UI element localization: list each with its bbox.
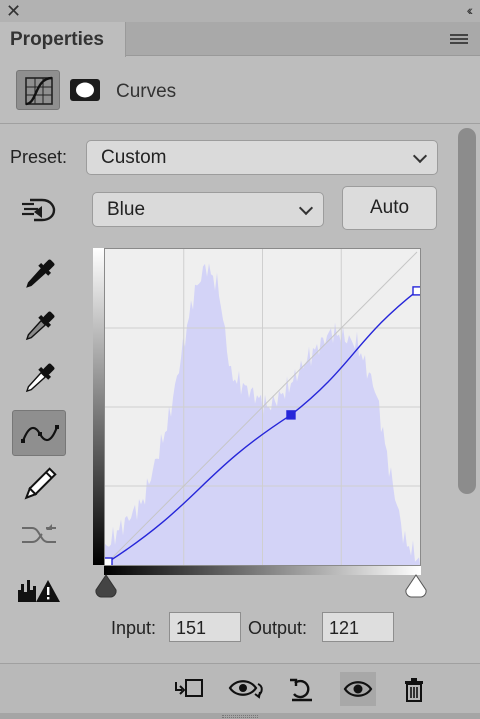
view-previous-state-button[interactable]	[228, 672, 264, 706]
delete-button[interactable]	[396, 672, 432, 706]
curves-graph	[93, 248, 422, 578]
mask-icon	[70, 79, 100, 101]
on-image-adjust-tool[interactable]	[12, 186, 66, 232]
white-triangle-icon	[405, 574, 427, 598]
input-label: Input:	[111, 618, 157, 638]
curves-adjustment-button[interactable]	[16, 70, 60, 110]
black-point-slider[interactable]	[94, 573, 118, 601]
curve-plot-area[interactable]	[103, 248, 422, 567]
channel-value: Blue	[107, 199, 146, 220]
clip-to-layer-button[interactable]	[170, 672, 206, 706]
chevron-down-icon	[298, 200, 314, 216]
clipping-warning-icon	[18, 580, 60, 602]
pencil-draw-tool[interactable]	[12, 462, 66, 508]
toggle-visibility-button[interactable]	[340, 672, 376, 706]
output-gradient-bar	[93, 248, 104, 565]
black-triangle-icon	[95, 574, 117, 598]
black-point-eyedropper-icon	[26, 259, 55, 288]
window-top-bar: ✕ ‹‹	[0, 0, 480, 22]
panel-scrollbar[interactable]	[458, 128, 476, 494]
curve-points-icon	[21, 425, 59, 443]
tab-properties[interactable]: Properties	[0, 22, 126, 57]
layer-mask-button[interactable]	[64, 70, 108, 110]
gray-point-eyedropper[interactable]	[12, 304, 66, 350]
view-previous-state-icon	[228, 680, 263, 699]
reset-button[interactable]	[284, 672, 320, 706]
delete-icon	[405, 678, 423, 702]
collapse-icon[interactable]: ‹‹	[467, 2, 474, 18]
toggle-visibility-icon	[343, 681, 373, 697]
adjustment-header: Curves	[0, 56, 480, 124]
channel-select[interactable]: Blue	[92, 192, 324, 227]
chevron-down-icon	[412, 148, 428, 164]
white-point-eyedropper-icon	[25, 363, 55, 393]
curves-grid-icon	[25, 76, 53, 106]
white-point-slider[interactable]	[404, 573, 428, 601]
pencil-draw-icon	[24, 467, 57, 500]
control-point[interactable]	[103, 557, 113, 567]
preset-label: Preset:	[10, 147, 68, 167]
clipping-warning-tool[interactable]	[12, 566, 66, 612]
panel-footer	[0, 663, 480, 713]
output-label: Output:	[248, 618, 308, 638]
black-point-eyedropper[interactable]	[12, 252, 66, 298]
output-field[interactable]: 121	[322, 612, 394, 642]
preset-select[interactable]: Custom	[86, 140, 438, 175]
smooth-curve-tool[interactable]	[12, 512, 66, 558]
auto-button-label: Auto	[369, 197, 410, 218]
clip-to-layer-icon	[175, 679, 203, 697]
input-field[interactable]: 151	[169, 612, 241, 642]
control-point[interactable]	[412, 286, 422, 296]
curve-points-tool[interactable]	[12, 410, 66, 456]
reset-icon	[290, 678, 312, 702]
smooth-curve-icon	[22, 524, 56, 543]
white-point-eyedropper[interactable]	[12, 356, 66, 402]
close-icon[interactable]: ✕	[6, 1, 21, 22]
on-image-adjust-icon	[22, 198, 56, 222]
curve-canvas[interactable]	[103, 249, 422, 567]
gray-point-eyedropper-icon	[25, 311, 55, 341]
selected-control-point[interactable]	[286, 410, 296, 420]
preset-value: Custom	[101, 147, 167, 168]
panel-tab-bar: Properties	[0, 22, 480, 57]
resize-grip[interactable]	[222, 715, 258, 718]
adjustment-title: Curves	[116, 81, 177, 102]
auto-button[interactable]: Auto	[342, 186, 437, 230]
tab-properties-label: Properties	[10, 29, 104, 50]
panel-menu-icon[interactable]	[450, 34, 468, 46]
input-gradient-bar	[104, 566, 421, 575]
